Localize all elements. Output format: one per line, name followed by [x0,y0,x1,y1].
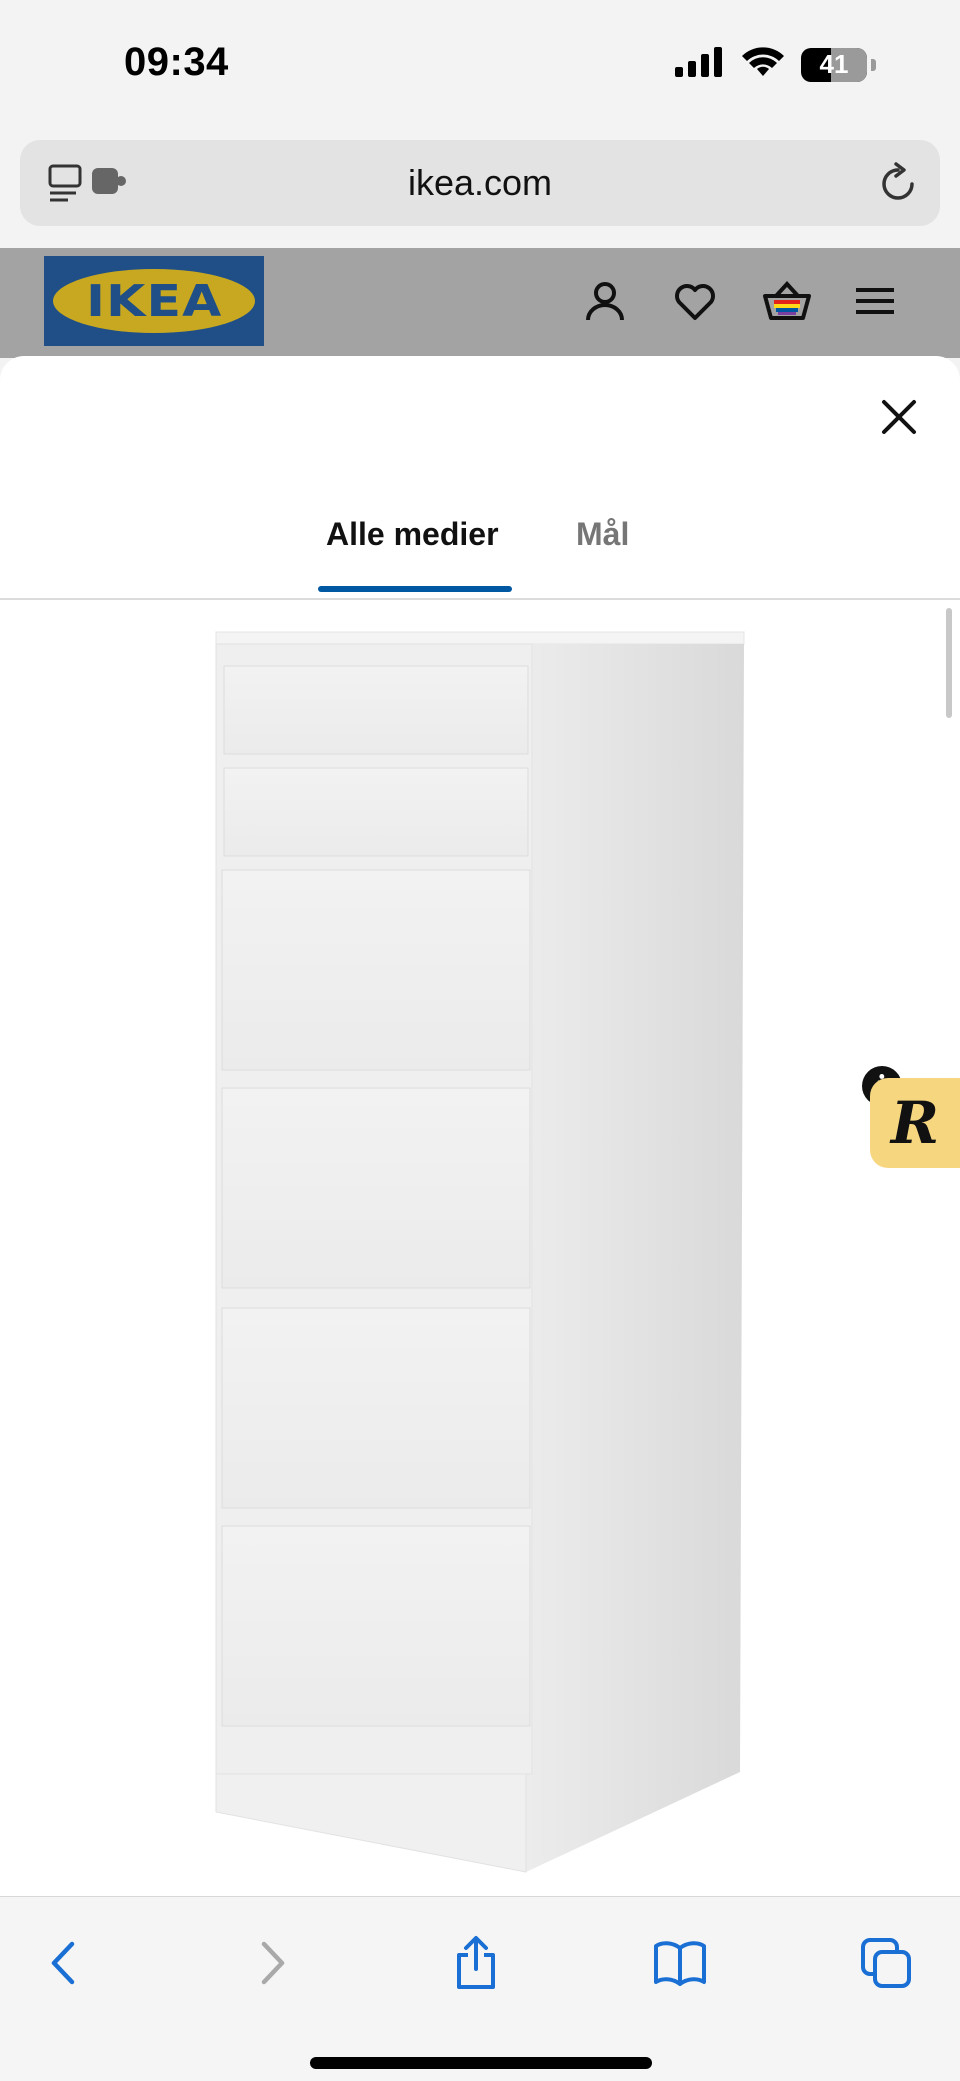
product-media-viewer[interactable]: i R [0,602,960,1896]
home-indicator [310,2057,652,2069]
tab-active-indicator [318,586,512,592]
battery-icon: 41 [801,47,867,82]
forward-icon[interactable] [242,1933,302,1993]
status-bar: 09:34 41 [0,0,960,130]
account-icon[interactable] [582,278,628,324]
floating-r-badge[interactable]: R [870,1078,960,1168]
scrollbar[interactable] [946,608,952,718]
tab-dimensions[interactable]: Mål [576,516,629,553]
battery-level: 41 [819,49,849,79]
back-icon[interactable] [34,1933,94,1993]
media-modal: Alle medier Mål R [0,356,960,1896]
site-header: IKEA [0,248,960,358]
logo-text: IKEA [85,275,223,327]
share-icon[interactable] [446,1933,506,1993]
close-icon[interactable] [878,396,920,438]
url-text[interactable]: ikea.com [20,162,940,204]
media-tabs: Alle medier Mål [0,506,960,600]
tabs-icon[interactable] [856,1933,916,1993]
status-time: 09:34 [124,40,229,84]
wifi-icon [741,46,785,83]
wishlist-heart-icon[interactable] [672,278,718,324]
shopping-bag-icon[interactable] [762,278,811,324]
browser-toolbar [0,1896,960,2081]
bookmarks-icon[interactable] [650,1933,710,1993]
menu-icon[interactable] [852,278,898,324]
ikea-logo[interactable]: IKEA [44,256,264,346]
address-bar[interactable]: ikea.com [20,140,940,226]
tab-all-media[interactable]: Alle medier [326,516,499,553]
product-image-chest-of-drawers [215,631,745,1873]
cellular-signal-icon [675,47,725,82]
status-icons: 41 [675,46,876,83]
reload-icon[interactable] [878,162,918,209]
r-badge-letter: R [890,1089,940,1157]
